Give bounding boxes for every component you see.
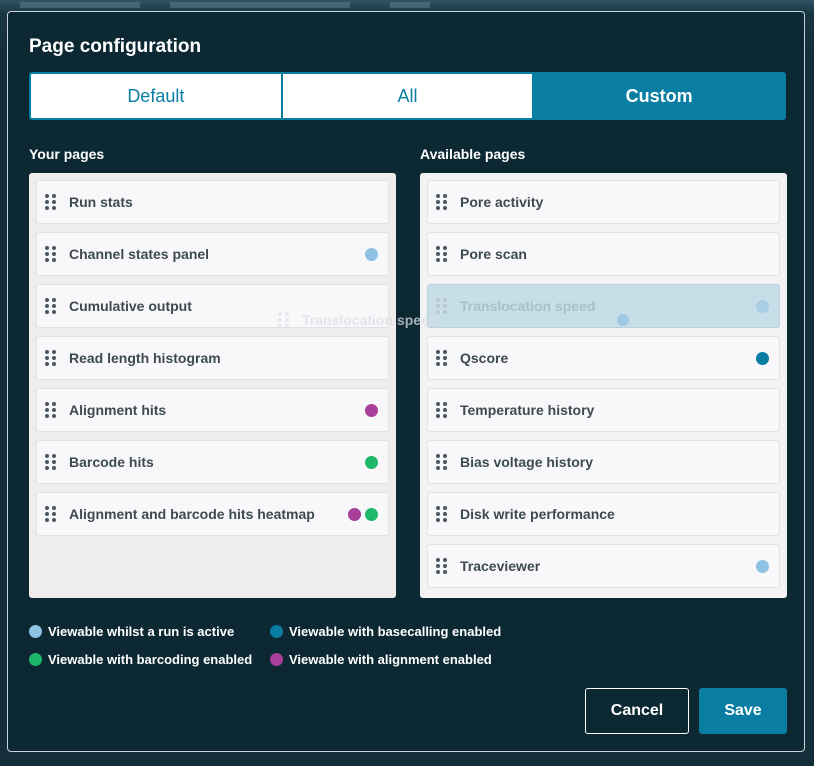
status-dots (365, 247, 378, 261)
your-page-item-label: Alignment hits (69, 402, 167, 418)
your-page-item-label: Read length histogram (69, 350, 221, 366)
drag-handle-icon[interactable] (436, 402, 447, 418)
status-dots (756, 299, 769, 313)
available-page-item[interactable]: Bias voltage history (427, 440, 780, 484)
legend-label: Viewable whilst a run is active (48, 624, 235, 639)
status-dot-icon (365, 403, 378, 417)
your-page-item[interactable]: Cumulative output (36, 284, 389, 328)
backdrop-strip (390, 2, 430, 8)
your-pages-heading: Your pages (29, 146, 105, 162)
status-dots (365, 403, 378, 417)
available-page-item-label: Traceviewer (460, 558, 541, 574)
status-dot-icon (365, 455, 378, 469)
your-page-item[interactable]: Alignment hits (36, 388, 389, 432)
drag-handle-icon[interactable] (436, 350, 447, 366)
status-dot-icon (756, 299, 769, 313)
legend: Viewable whilst a run is active Viewable … (29, 624, 501, 667)
available-page-drop-placeholder[interactable]: Translocation speed (427, 284, 780, 328)
available-page-item[interactable]: Disk write performance (427, 492, 780, 536)
drag-handle-icon[interactable] (436, 506, 447, 522)
drag-handle-icon[interactable] (436, 194, 447, 210)
drag-handle-icon[interactable] (45, 402, 56, 418)
your-page-item[interactable]: Channel states panel (36, 232, 389, 276)
drag-handle-icon[interactable] (436, 558, 447, 574)
status-dot-icon (365, 247, 378, 261)
available-page-item-label: Translocation speed (460, 298, 596, 314)
your-page-item-label: Channel states panel (69, 246, 210, 262)
your-pages-list[interactable]: Run stats Channel states panel Cumulative … (29, 173, 396, 598)
available-page-item[interactable]: Pore scan (427, 232, 780, 276)
available-page-item[interactable]: Temperature history (427, 388, 780, 432)
your-page-item[interactable]: Alignment and barcode hits heatmap (36, 492, 389, 536)
legend-item: Viewable with alignment enabled (270, 652, 501, 667)
available-page-item-label: Disk write performance (460, 506, 615, 522)
status-dot-icon (29, 625, 42, 638)
mode-tab-custom[interactable]: Custom (534, 74, 784, 118)
status-dot-icon (365, 507, 378, 521)
dialog-title: Page configuration (29, 36, 202, 57)
status-dots (348, 507, 378, 521)
status-dot-icon (270, 625, 283, 638)
your-page-item-label: Barcode hits (69, 454, 154, 470)
save-button[interactable]: Save (699, 688, 787, 734)
legend-label: Viewable with basecalling enabled (289, 624, 502, 639)
backdrop-strip (20, 2, 140, 8)
available-page-item-label: Pore activity (460, 194, 544, 210)
backdrop-strip (170, 2, 350, 8)
drag-handle-icon[interactable] (45, 194, 56, 210)
status-dots (365, 455, 378, 469)
status-dot-icon (756, 351, 769, 365)
status-dot-icon (29, 653, 42, 666)
status-dot-icon (756, 559, 769, 573)
legend-item: Viewable with barcoding enabled (29, 652, 270, 667)
mode-tab-all[interactable]: All (282, 74, 535, 118)
your-page-item-label: Alignment and barcode hits heatmap (69, 506, 315, 522)
drag-handle-icon[interactable] (45, 506, 56, 522)
status-dots (756, 559, 769, 573)
your-page-item[interactable]: Barcode hits (36, 440, 389, 484)
legend-label: Viewable with alignment enabled (289, 652, 492, 667)
available-pages-heading: Available pages (420, 146, 526, 162)
available-page-item-label: Pore scan (460, 246, 527, 262)
your-page-item[interactable]: Read length histogram (36, 336, 389, 380)
available-page-item-label: Bias voltage history (460, 454, 594, 470)
mode-selector: Default All Custom (29, 72, 786, 120)
status-dot-icon (348, 507, 361, 521)
available-pages-list[interactable]: Pore activity Pore scan Translocation spee… (420, 173, 787, 598)
available-page-item[interactable]: Qscore (427, 336, 780, 380)
page-configuration-dialog: Page configuration Default All Custom Yo… (7, 11, 805, 752)
your-page-item-label: Cumulative output (69, 298, 192, 314)
your-page-item[interactable]: Run stats (36, 180, 389, 224)
available-page-item-label: Qscore (460, 350, 509, 366)
status-dot-icon (270, 653, 283, 666)
your-page-item-label: Run stats (69, 194, 133, 210)
available-page-item[interactable]: Traceviewer (427, 544, 780, 588)
legend-item: Viewable with basecalling enabled (270, 624, 501, 639)
drag-handle-icon[interactable] (45, 454, 56, 470)
drag-handle-icon[interactable] (436, 298, 447, 314)
available-page-item-label: Temperature history (460, 402, 595, 418)
drag-handle-icon[interactable] (436, 454, 447, 470)
available-page-item[interactable]: Pore activity (427, 180, 780, 224)
drag-handle-icon[interactable] (45, 350, 56, 366)
drag-handle-icon[interactable] (45, 246, 56, 262)
cancel-button[interactable]: Cancel (585, 688, 689, 734)
mode-tab-default[interactable]: Default (31, 74, 283, 118)
drag-handle-icon[interactable] (45, 298, 56, 314)
legend-item: Viewable whilst a run is active (29, 624, 270, 639)
drag-handle-icon[interactable] (436, 246, 447, 262)
status-dots (756, 351, 769, 365)
legend-label: Viewable with barcoding enabled (48, 652, 253, 667)
